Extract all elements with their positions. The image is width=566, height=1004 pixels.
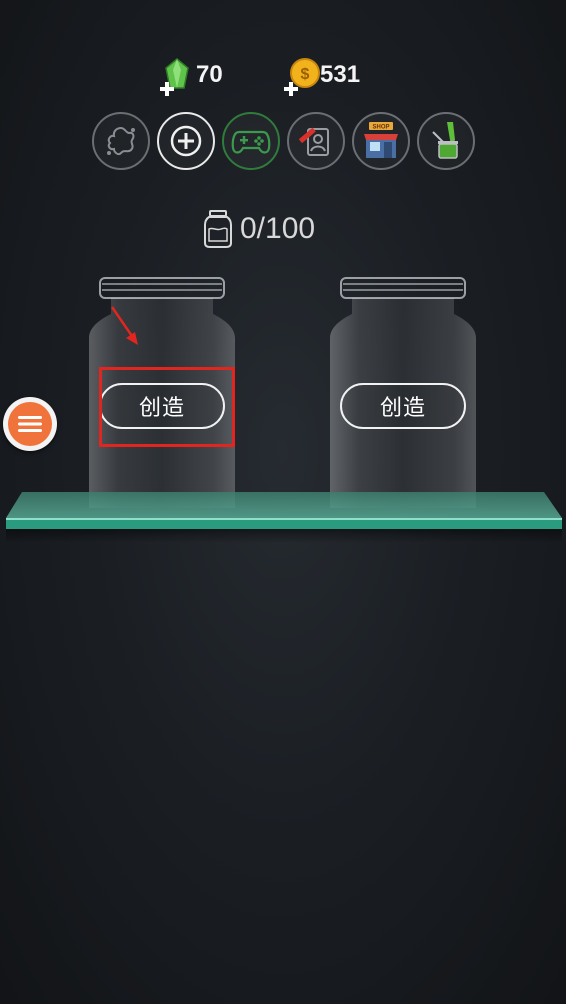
- pour-tool-button[interactable]: [417, 112, 475, 170]
- coins-counter[interactable]: $ 531: [284, 58, 361, 96]
- plus-circle-icon: [170, 125, 202, 157]
- splat-icon: [107, 126, 135, 156]
- game-tool-button[interactable]: [222, 112, 280, 170]
- create-slime-button[interactable]: 创造: [340, 383, 466, 429]
- side-menu-button[interactable]: [3, 397, 57, 451]
- mode-toolbar: SHOP: [92, 112, 482, 170]
- tutorial-arrow-icon: [110, 306, 138, 345]
- edit-card-icon: [298, 127, 329, 156]
- pour-slime-icon: [432, 122, 458, 159]
- gamepad-icon: [231, 130, 271, 154]
- jar-collection-counter: 0/100: [204, 210, 315, 248]
- coin-count: 531: [320, 61, 361, 88]
- svg-text:SHOP: SHOP: [372, 125, 389, 131]
- jar-icon: [204, 210, 232, 248]
- splat-tool-button[interactable]: [92, 112, 150, 170]
- plus-icon: [284, 82, 298, 96]
- plus-icon: [160, 82, 174, 96]
- counter-text: 0/100: [240, 212, 316, 245]
- shop-icon: SHOP: [364, 122, 398, 158]
- shop-tool-button[interactable]: SHOP: [352, 112, 410, 170]
- glass-shelf: [6, 492, 562, 543]
- gems-counter[interactable]: 70: [160, 58, 223, 96]
- edit-tool-button[interactable]: [287, 112, 345, 170]
- jar-slot-2: 创造: [328, 276, 478, 510]
- gem-count: 70: [196, 61, 223, 88]
- svg-text:$: $: [301, 66, 310, 83]
- tutorial-highlight-box: [99, 367, 235, 447]
- hamburger-menu-icon: [18, 416, 42, 432]
- add-tool-button[interactable]: [157, 112, 215, 170]
